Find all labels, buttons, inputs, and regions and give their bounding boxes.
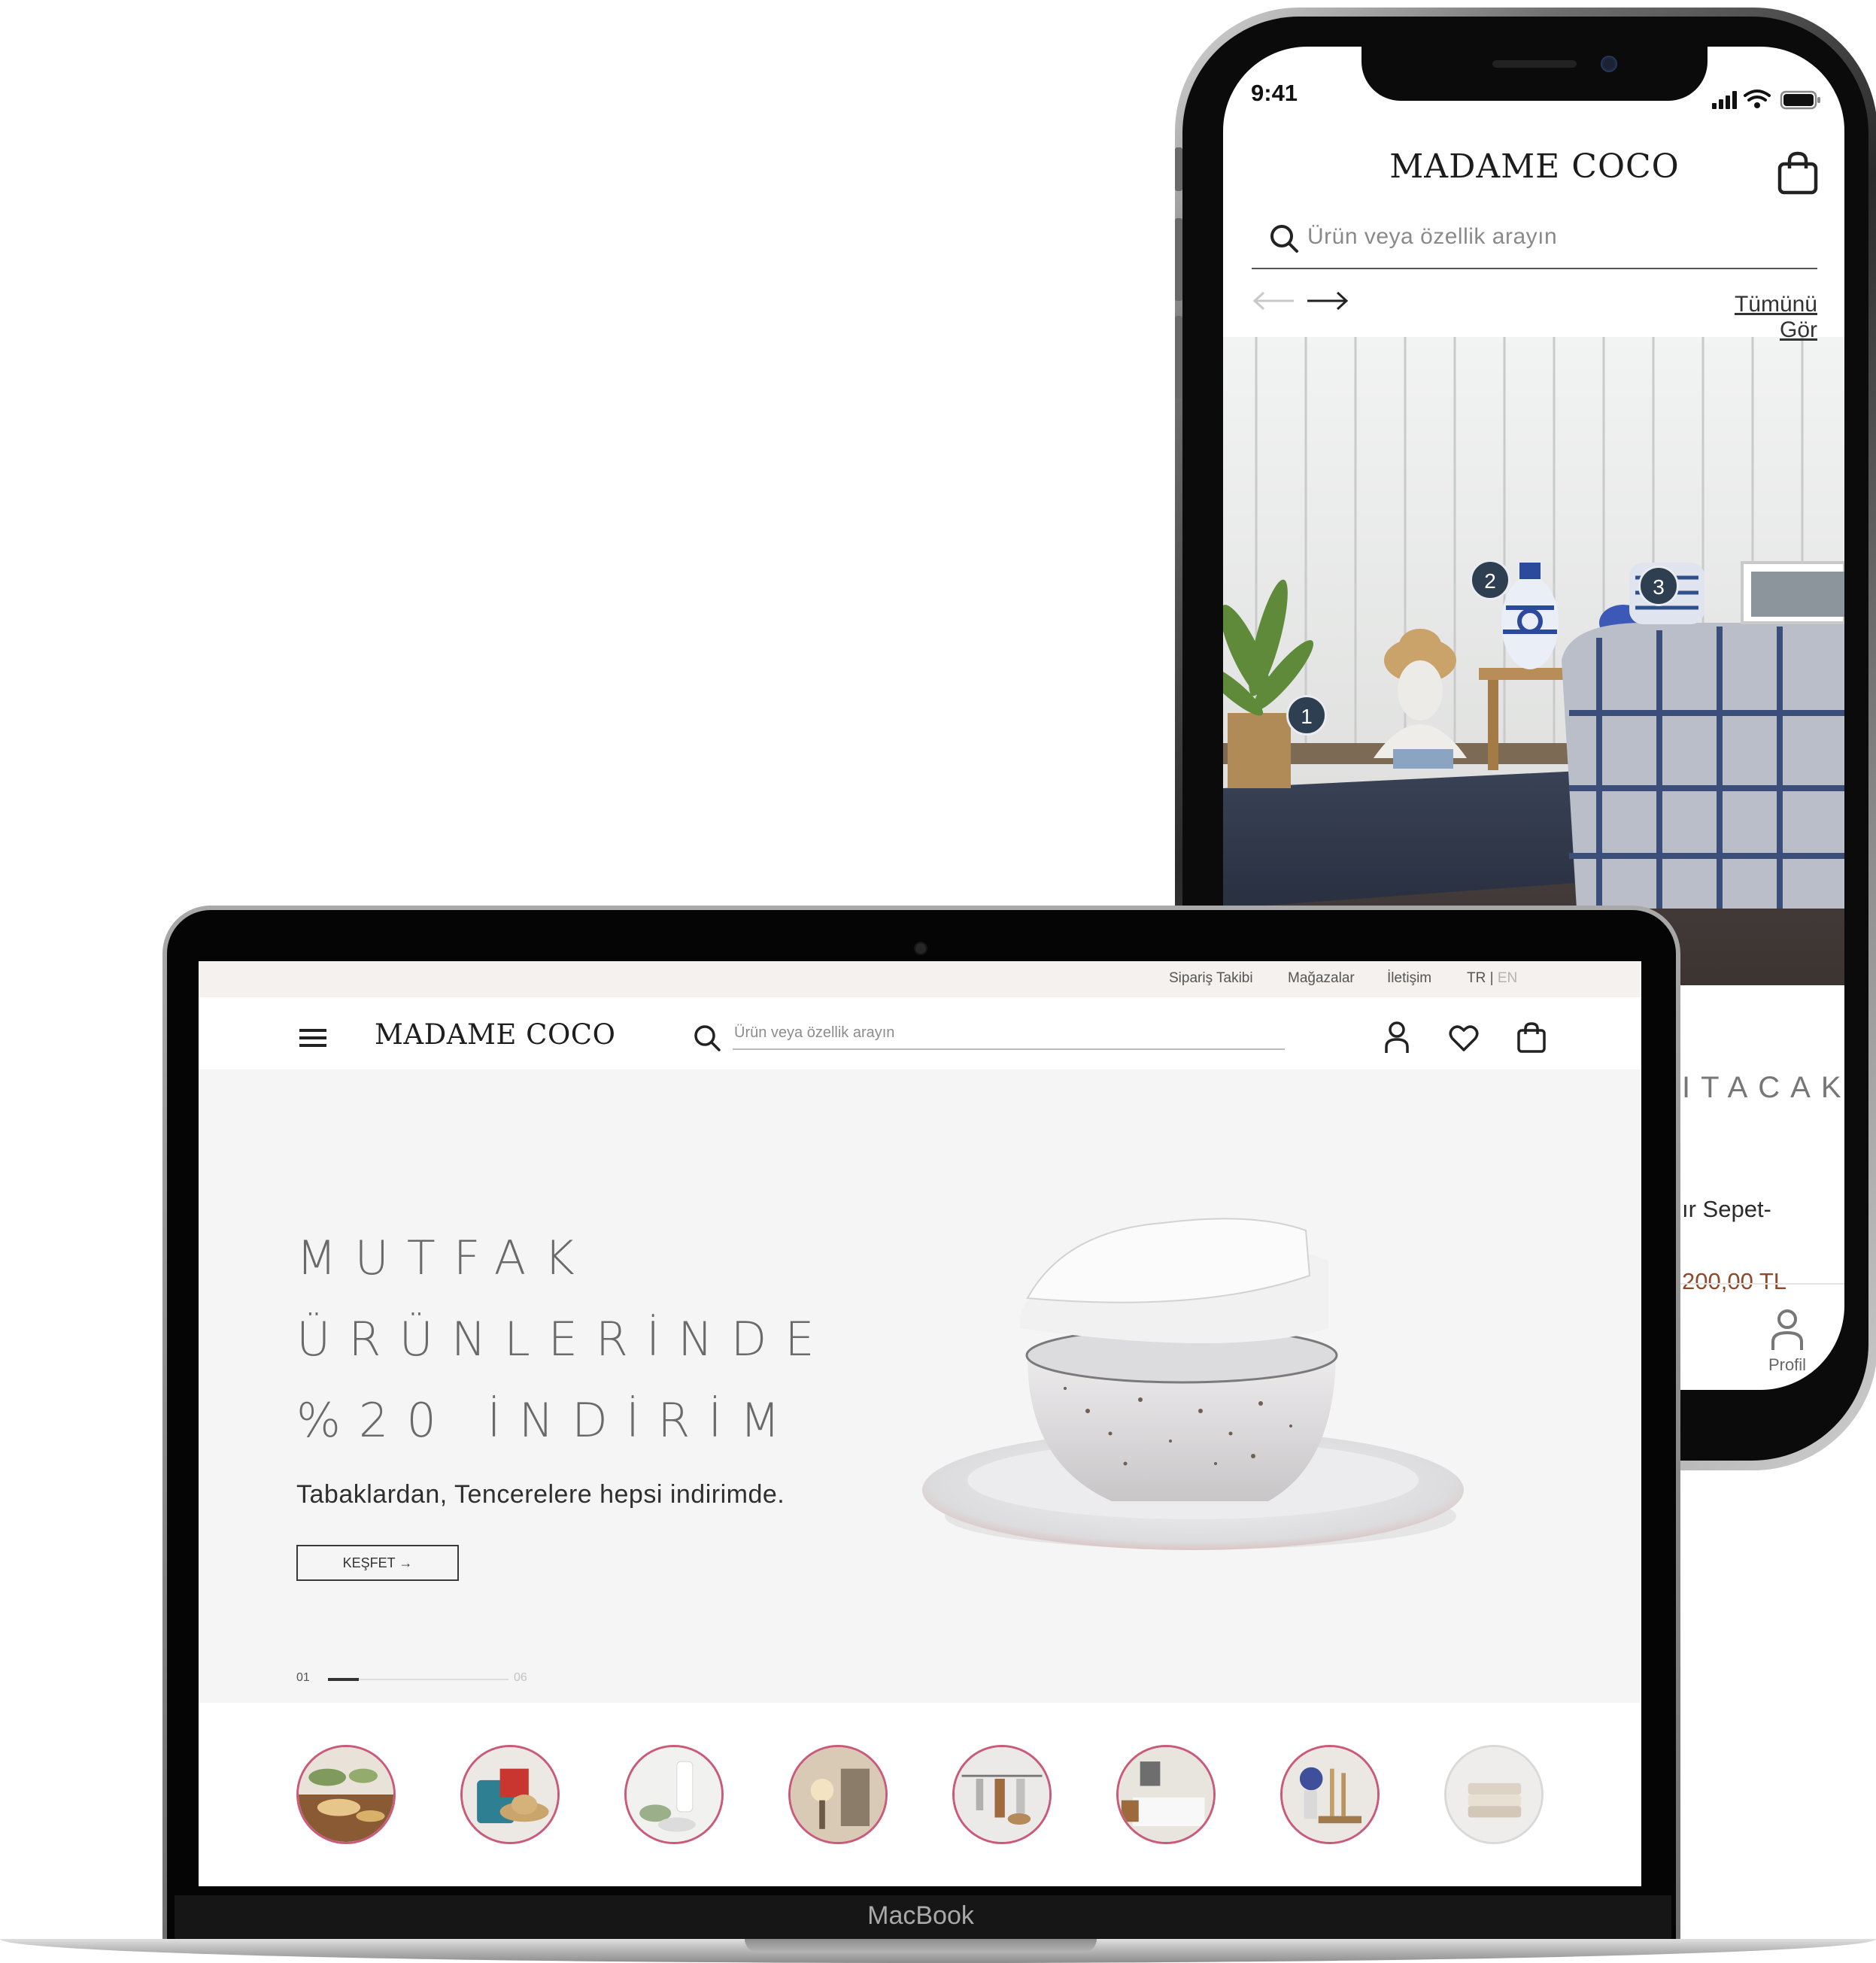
discover-button[interactable]: KEŞFET → xyxy=(296,1545,459,1581)
lang-tr[interactable]: TR xyxy=(1467,970,1486,986)
hero-title-line: %20 İNDİRİM xyxy=(296,1393,799,1448)
hotspot-marker[interactable]: 2 xyxy=(1470,560,1510,600)
bag-icon[interactable] xyxy=(1516,1021,1547,1053)
slide-total-number: 06 xyxy=(514,1671,527,1684)
phone-search-input[interactable]: Ürün veya özellik arayın xyxy=(1307,224,1557,250)
lang-en[interactable]: EN xyxy=(1498,970,1517,986)
bag-icon[interactable] xyxy=(1777,150,1819,196)
stores-link[interactable]: Mağazalar xyxy=(1288,970,1355,987)
signal-icon xyxy=(1712,91,1737,109)
category-table-setting[interactable] xyxy=(296,1745,396,1844)
search-icon[interactable] xyxy=(692,1023,722,1053)
status-icons xyxy=(1712,86,1823,112)
arrow-right-icon[interactable] xyxy=(1306,290,1349,311)
phone-mute-switch xyxy=(1175,147,1182,191)
search-placeholder[interactable]: Ürün veya özellik arayın xyxy=(734,1024,894,1042)
phone-logo[interactable]: MADAME COCO xyxy=(1324,147,1745,186)
category-decor-vases[interactable] xyxy=(1280,1745,1380,1844)
phone-product-name[interactable]: ır Sepet- xyxy=(1682,1196,1771,1223)
laptop-opening-notch xyxy=(745,1939,1097,1952)
lang-separator: | xyxy=(1489,970,1494,986)
hero-title-line: ÜRÜNLERİNDE xyxy=(296,1312,833,1367)
hotspot-marker[interactable]: 1 xyxy=(1286,695,1327,736)
category-lighting[interactable] xyxy=(788,1745,888,1844)
phone-volume-down xyxy=(1175,316,1182,399)
category-bedroom[interactable] xyxy=(1116,1745,1216,1844)
menu-icon[interactable] xyxy=(299,1027,328,1048)
phone-front-camera xyxy=(1601,56,1617,72)
hero-subtitle: Tabaklardan, Tencerelere hepsi indirimde… xyxy=(296,1480,785,1509)
order-tracking-link[interactable]: Sipariş Takibi xyxy=(1169,970,1253,987)
category-bags-hats[interactable] xyxy=(460,1745,560,1844)
profile-icon[interactable] xyxy=(1771,1309,1804,1352)
hero-product-image[interactable] xyxy=(915,1208,1479,1569)
phone-notch xyxy=(1361,42,1708,101)
contact-link[interactable]: İletişim xyxy=(1387,970,1431,987)
phone-volume-up xyxy=(1175,218,1182,301)
category-textiles[interactable] xyxy=(1444,1745,1544,1844)
status-time: 9:41 xyxy=(1251,80,1298,106)
see-all-link[interactable]: Tümünü Gör xyxy=(1697,292,1817,343)
search-icon[interactable] xyxy=(1268,223,1300,254)
site-logo[interactable]: MADAME COCO xyxy=(375,1018,615,1051)
phone-section-heading: ITACAK xyxy=(1682,1071,1852,1104)
user-icon[interactable] xyxy=(1384,1021,1410,1054)
laptop-brand-label: MacBook xyxy=(867,1901,974,1930)
hotspot-marker[interactable]: 3 xyxy=(1638,566,1679,606)
slide-progress-fill xyxy=(328,1678,359,1681)
battery-icon xyxy=(1780,90,1820,110)
language-switch[interactable]: TR | EN xyxy=(1467,970,1517,987)
arrow-left-icon[interactable] xyxy=(1252,290,1295,311)
slide-current-number: 01 xyxy=(296,1671,310,1684)
heart-icon[interactable] xyxy=(1449,1024,1479,1053)
tab-profile-label[interactable]: Profil xyxy=(1753,1355,1822,1375)
category-kitchen-tools[interactable] xyxy=(952,1745,1052,1844)
phone-hero-image[interactable] xyxy=(1223,337,1844,985)
phone-product-price: 200,00 TL xyxy=(1682,1268,1787,1294)
category-bathroom[interactable] xyxy=(624,1745,724,1844)
laptop-camera xyxy=(915,943,926,954)
phone-speaker xyxy=(1492,60,1577,68)
hero-title-line: MUTFAK xyxy=(296,1230,593,1285)
wifi-icon xyxy=(1744,90,1771,102)
category-strip xyxy=(199,1703,1641,1886)
